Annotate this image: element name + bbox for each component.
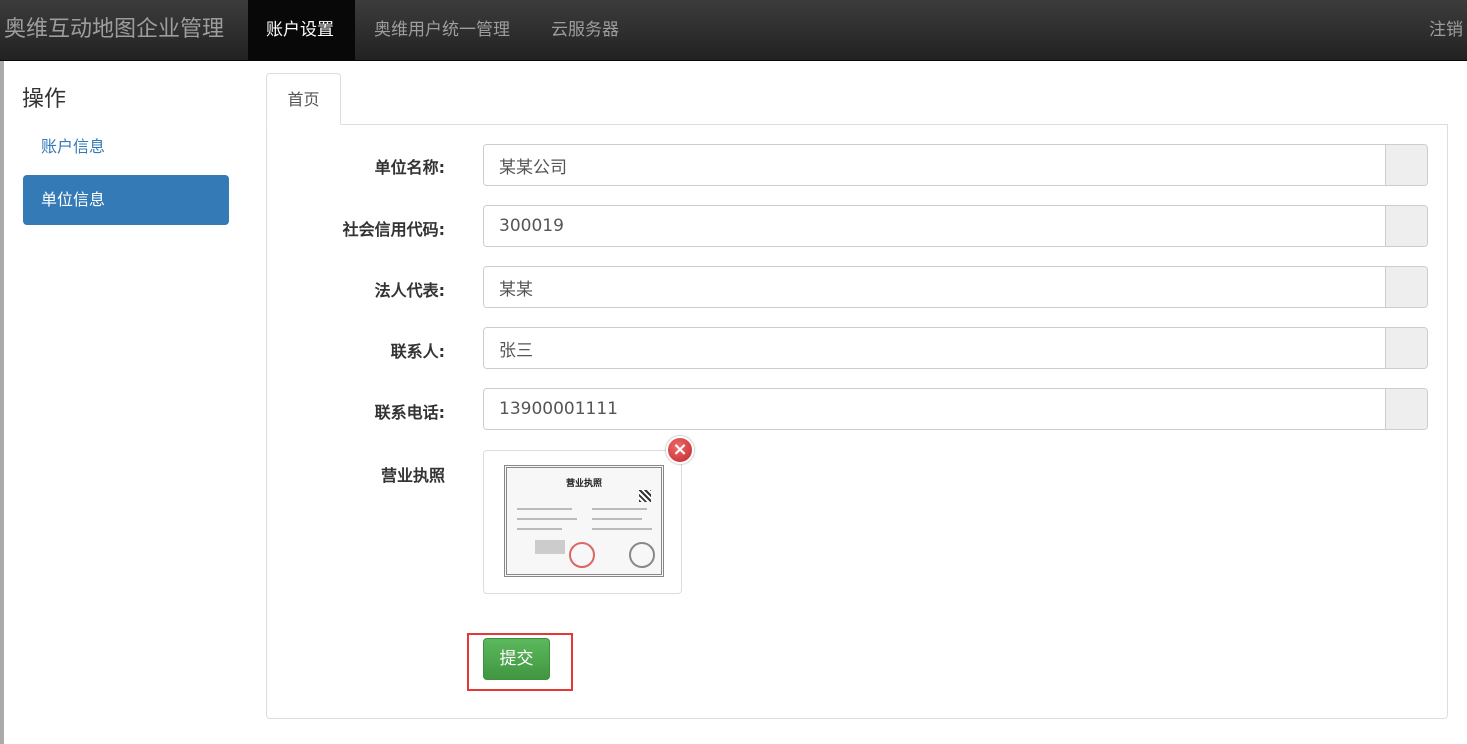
credit-code-input[interactable] xyxy=(484,206,1386,246)
license-image: 营业执照 xyxy=(504,465,664,577)
credit-code-label: 社会信用代码: xyxy=(342,220,445,239)
legal-rep-label: 法人代表: xyxy=(374,281,445,300)
contact-field xyxy=(483,327,1428,369)
sidebar-title: 操作 xyxy=(22,87,67,112)
phone-label: 联系电话: xyxy=(374,403,445,422)
gray-seal-icon xyxy=(629,542,655,568)
company-name-label: 单位名称: xyxy=(374,158,445,177)
license-label: 营业执照 xyxy=(380,466,445,485)
logout-link[interactable]: 注销 xyxy=(1429,0,1463,61)
cert-text-line xyxy=(517,518,577,520)
cert-text-line xyxy=(592,528,652,530)
top-navbar: 奥维互动地图企业管理 账户设置 奥维用户统一管理 云服务器 注销 xyxy=(0,0,1467,61)
cert-text-block xyxy=(535,540,565,554)
app-brand[interactable]: 奥维互动地图企业管理 xyxy=(4,14,224,46)
phone-input[interactable] xyxy=(484,389,1386,429)
company-name-field xyxy=(483,144,1428,186)
nav-user-management[interactable]: 奥维用户统一管理 xyxy=(356,0,528,61)
contact-addon xyxy=(1385,328,1427,368)
cert-text-line xyxy=(592,518,642,520)
legal-rep-field xyxy=(483,266,1428,308)
tab-home[interactable]: 首页 xyxy=(266,73,341,125)
legal-rep-addon xyxy=(1385,267,1427,307)
phone-addon xyxy=(1385,389,1427,429)
nav-cloud-server[interactable]: 云服务器 xyxy=(533,0,637,61)
sidebar-item-company-info[interactable]: 单位信息 xyxy=(23,175,229,225)
qr-code-icon xyxy=(639,490,651,502)
license-thumbnail[interactable]: 营业执照 xyxy=(483,450,682,594)
window-left-edge xyxy=(0,61,4,744)
cert-text-line xyxy=(517,508,572,510)
remove-image-icon[interactable]: × xyxy=(666,436,694,464)
license-image-title: 营业执照 xyxy=(565,479,602,489)
credit-code-field xyxy=(483,205,1428,247)
credit-code-addon xyxy=(1385,206,1427,246)
contact-input[interactable] xyxy=(484,328,1386,368)
submit-button[interactable]: 提交 xyxy=(483,638,550,680)
cert-text-line xyxy=(592,508,647,510)
company-name-input[interactable] xyxy=(484,145,1386,185)
phone-field xyxy=(483,388,1428,430)
legal-rep-input[interactable] xyxy=(484,267,1386,307)
nav-account-settings[interactable]: 账户设置 xyxy=(248,0,355,61)
company-name-addon xyxy=(1385,145,1427,185)
contact-label: 联系人: xyxy=(390,342,445,361)
red-seal-icon xyxy=(569,542,595,568)
sidebar-item-account-info[interactable]: 账户信息 xyxy=(23,122,229,172)
cert-text-line xyxy=(517,528,562,530)
